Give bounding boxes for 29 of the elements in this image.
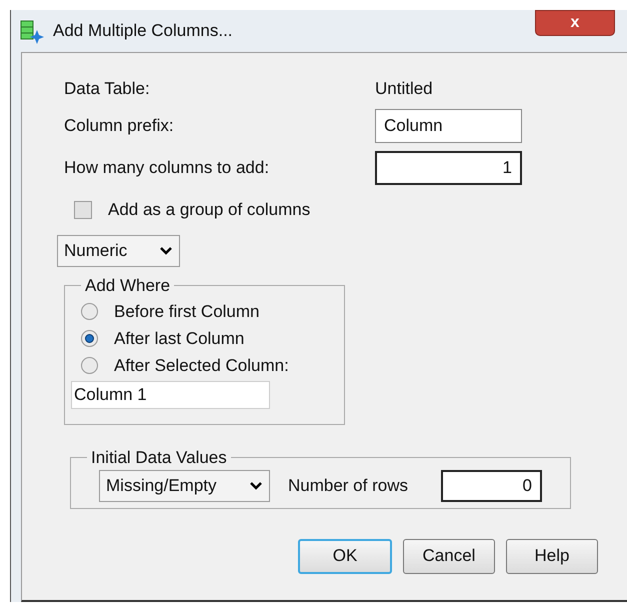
dialog-button[interactable]: Help: [506, 538, 598, 574]
initial-value-dropdown[interactable]: Missing/Empty: [99, 470, 270, 502]
prefix-field[interactable]: Column: [375, 109, 522, 143]
chevron-down-icon: [159, 246, 173, 256]
rows-field[interactable]: 0: [441, 470, 542, 502]
radio-button[interactable]: [81, 357, 98, 374]
radio-label: Before first Column: [114, 300, 260, 323]
field-label: Data Table:: [64, 78, 151, 100]
dialog-button[interactable]: OK: [298, 538, 392, 574]
group-title: Add Where: [84, 274, 172, 296]
window-title: Add Multiple Columns...: [53, 20, 233, 42]
table-add-icon: [19, 18, 45, 44]
checkbox[interactable]: [74, 200, 92, 219]
count-field[interactable]: 1: [375, 151, 522, 185]
selected-column-field[interactable]: Column 1: [71, 381, 270, 409]
data-table-name: Untitled: [375, 78, 433, 100]
checkbox-label: Add as a group of columns: [108, 199, 310, 221]
radio-label: After last Column: [114, 328, 244, 350]
dialog-button[interactable]: Cancel: [403, 538, 495, 574]
field-label: Column prefix:: [64, 115, 175, 138]
radio-label: After Selected Column:: [114, 354, 289, 377]
radio-button[interactable]: [81, 303, 98, 320]
group-title: Initial Data Values: [90, 446, 228, 468]
field-label: Number of rows: [288, 475, 409, 498]
field-label: How many columns to add:: [64, 157, 270, 180]
type-dropdown[interactable]: Numeric: [57, 234, 180, 266]
radio-button[interactable]: [81, 330, 98, 347]
chevron-down-icon: [249, 481, 263, 491]
close-button[interactable]: x: [535, 10, 615, 36]
